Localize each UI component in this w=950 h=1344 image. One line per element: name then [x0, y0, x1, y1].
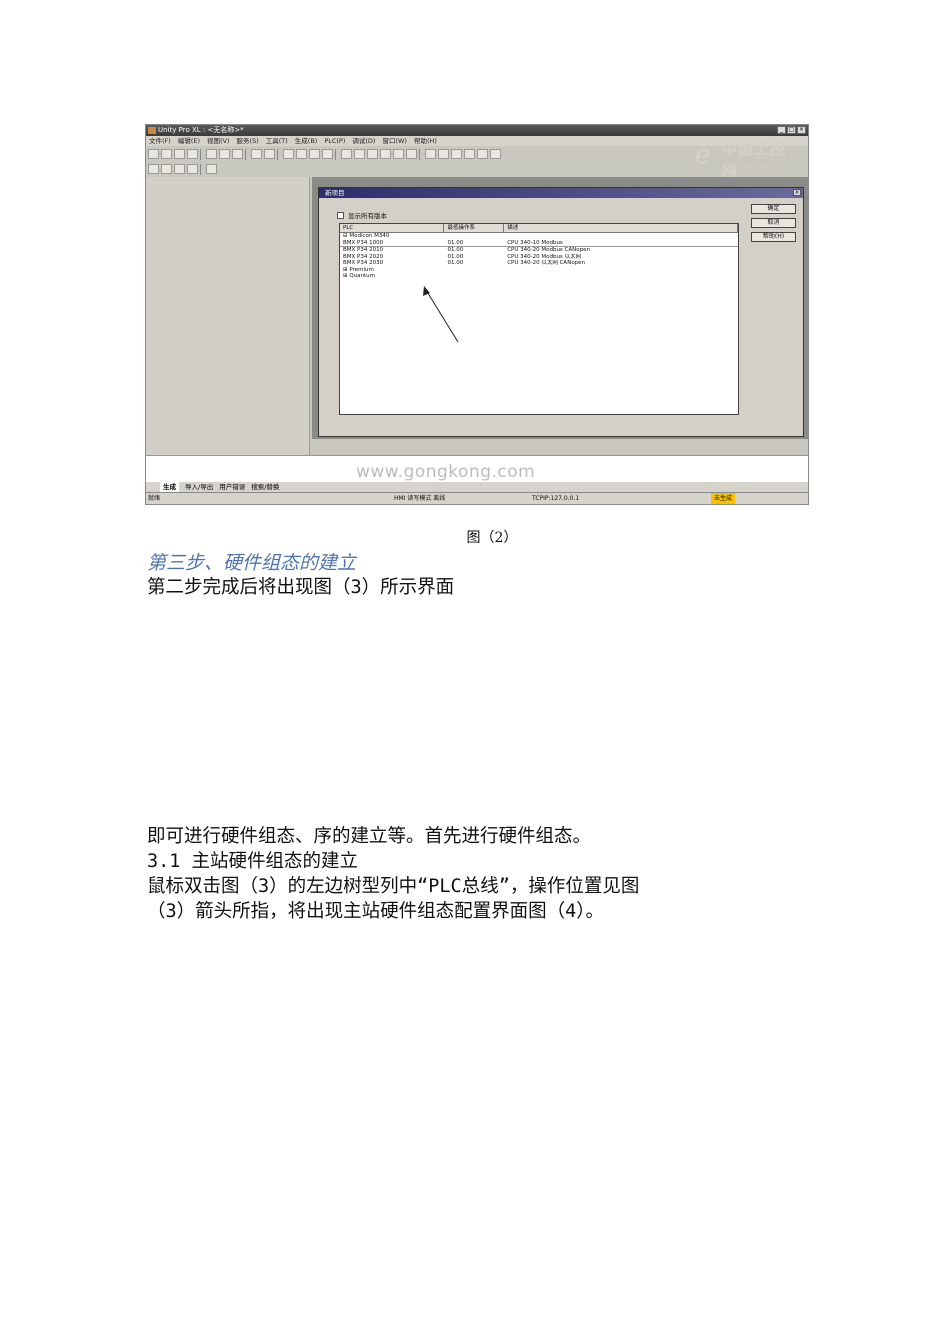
- project-browser-icon[interactable]: [148, 164, 159, 174]
- tab-user-errors[interactable]: 用户错误: [219, 482, 245, 492]
- find-icon[interactable]: [296, 149, 307, 159]
- replace-icon[interactable]: [309, 149, 320, 159]
- section-heading: 第三步、硬件组态的建立: [147, 552, 357, 574]
- maximize-icon[interactable]: □: [787, 126, 796, 134]
- annotation-arrow: [423, 286, 459, 343]
- show-all-versions-checkbox[interactable]: [337, 211, 344, 219]
- svg-text:e: e: [695, 140, 710, 167]
- logo-mark-icon: e: [695, 140, 710, 167]
- cascade-icon[interactable]: [187, 164, 198, 174]
- show-all-versions-label: 显示所有版本: [348, 212, 387, 220]
- menu-file[interactable]: 文件(F): [149, 136, 171, 146]
- menu-window[interactable]: 窗口(W): [382, 136, 407, 146]
- secondary-toolbar: [148, 162, 217, 176]
- open-icon[interactable]: [161, 149, 172, 159]
- menu-services[interactable]: 服务(S): [237, 136, 259, 146]
- figure-caption: 图（2）: [466, 530, 518, 546]
- status-ready: 就绪: [148, 495, 161, 502]
- redo-icon[interactable]: [264, 149, 275, 159]
- print-icon[interactable]: [187, 149, 198, 159]
- menu-tools[interactable]: 工具(T): [266, 136, 288, 146]
- new-project-dialog: 新项目 × 显示所有版本 PLC 最低操作系 描述 ⊟ Modicon M340…: [318, 187, 804, 437]
- paragraph-1: 第二步完成后将出现图（3）所示界面: [147, 577, 455, 598]
- menu-view[interactable]: 视图(V): [207, 136, 230, 146]
- step-icon[interactable]: [438, 149, 449, 159]
- breakpoint-icon[interactable]: [451, 149, 462, 159]
- stop-icon[interactable]: [393, 149, 404, 159]
- status-address: TCPIP:127.0.0.1: [532, 495, 580, 502]
- debug-icon[interactable]: [425, 149, 436, 159]
- menu-debug[interactable]: 调试(D): [352, 136, 375, 146]
- gongkong-logo: e 中国工控网 www.gongkong.com: [690, 135, 800, 179]
- status-build: 未生成: [711, 493, 736, 504]
- menu-edit[interactable]: 编辑(E): [178, 136, 200, 146]
- dialog-titlebar: 新项目 ×: [319, 188, 803, 198]
- tile-icon[interactable]: [174, 164, 185, 174]
- copy-icon[interactable]: [206, 149, 217, 159]
- status-mode: HMI 读写模式 离线: [394, 495, 446, 502]
- tab-search-replace[interactable]: 搜索/替换: [251, 482, 279, 492]
- show-all-versions-row: 显示所有版本: [337, 210, 387, 220]
- screenshot-figure: Unity Pro XL : <无名称>* _ □ × 文件(F) 编辑(E) …: [145, 124, 809, 505]
- subsection-heading: 3.1 主站硬件组态的建立: [147, 851, 359, 872]
- dialog-close-icon[interactable]: ×: [793, 189, 801, 196]
- connect-icon[interactable]: [341, 149, 352, 159]
- paragraph-3: 鼠标双击图（3）的左边树型列中“PLC总线”，操作位置见图: [147, 876, 640, 897]
- window-title: Unity Pro XL : <无名称>*: [158, 126, 244, 134]
- save-icon[interactable]: [174, 149, 185, 159]
- binoculars-icon[interactable]: [406, 149, 417, 159]
- watch-icon[interactable]: [464, 149, 475, 159]
- paragraph-2: 即可进行硬件组态、序的建立等。首先进行硬件组态。: [147, 826, 592, 847]
- app-icon: [148, 127, 156, 134]
- tab-import-export[interactable]: 导入/导出: [185, 482, 213, 492]
- menu-plc[interactable]: PLC(P): [324, 136, 345, 146]
- paragraph-4: （3）箭头所指，将出现主站硬件组态配置界面图（4）。: [147, 901, 605, 922]
- animation-icon[interactable]: [477, 149, 488, 159]
- status-bar: 就绪 HMI 读写模式 离线 TCPIP:127.0.0.1 未生成: [146, 492, 808, 504]
- dialog-title: 新项目: [325, 189, 345, 197]
- close-icon[interactable]: ×: [797, 126, 806, 134]
- undo-icon[interactable]: [251, 149, 262, 159]
- minimize-icon[interactable]: _: [777, 126, 786, 134]
- menu-build[interactable]: 生成(B): [295, 136, 318, 146]
- paste-icon[interactable]: [232, 149, 243, 159]
- help-button[interactable]: 帮助(H): [751, 232, 796, 242]
- zoom-icon[interactable]: [206, 164, 217, 174]
- logo-url: www.gongkong.com: [720, 159, 791, 167]
- project-browser-pane: [146, 177, 310, 455]
- tab-build[interactable]: 生成: [160, 482, 179, 492]
- output-tabs: 生成 导入/导出 用户错误 搜索/替换: [146, 482, 808, 492]
- transfer-icon[interactable]: [367, 149, 378, 159]
- new-icon[interactable]: [148, 149, 159, 159]
- ok-button[interactable]: 确定: [751, 204, 796, 214]
- window-icon[interactable]: [490, 149, 501, 159]
- disconnect-icon[interactable]: [354, 149, 365, 159]
- cut-icon[interactable]: [219, 149, 230, 159]
- build-icon[interactable]: [322, 149, 333, 159]
- watermark: www.gongkong.com: [356, 462, 536, 482]
- validate-icon[interactable]: [283, 149, 294, 159]
- tree-icon[interactable]: [161, 164, 172, 174]
- plc-list: PLC 最低操作系 描述 ⊟ Modicon M340 BMX P34 1000…: [339, 223, 739, 415]
- cancel-button[interactable]: 取消: [751, 218, 796, 228]
- run-icon[interactable]: [380, 149, 391, 159]
- menu-help[interactable]: 帮助(H): [414, 136, 437, 146]
